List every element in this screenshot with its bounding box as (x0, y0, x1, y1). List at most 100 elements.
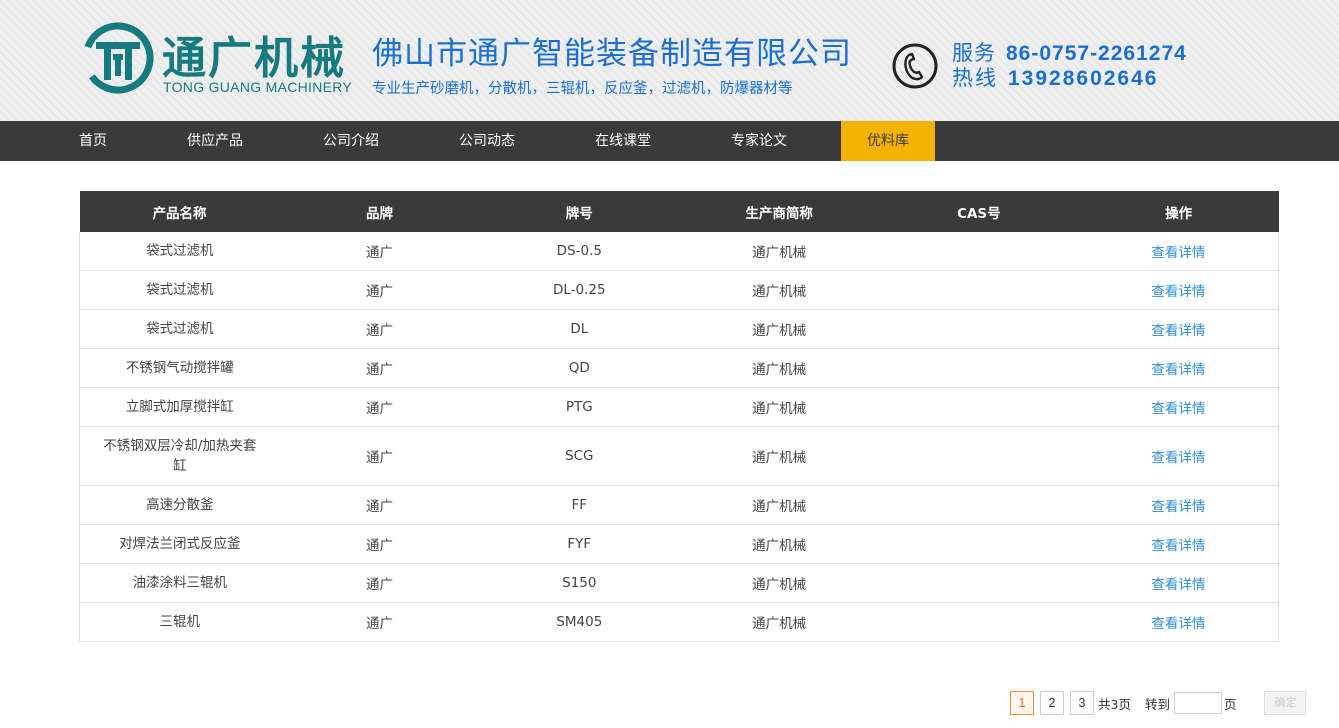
cell-action: 查看详情 (1078, 426, 1279, 486)
cell-maker: 通广机械 (679, 426, 879, 486)
cell-maker: 通广机械 (679, 387, 879, 427)
cell-action: 查看详情 (1078, 309, 1279, 349)
cell-cas (878, 309, 1079, 349)
table-row: 不锈钢双层冷却/加热夹套缸 通广 SCG 通广机械 查看详情 (78, 426, 1279, 486)
cell-maker: 通广机械 (679, 232, 879, 271)
col-header-action: 操作 (1078, 191, 1279, 232)
page-button-1[interactable]: 1 (1010, 691, 1034, 715)
nav-item-classroom[interactable]: 在线课堂 (595, 121, 651, 161)
cell-brand: 通广 (279, 485, 480, 525)
cell-maker: 通广机械 (679, 524, 879, 564)
product-table-wrap: 产品名称 品牌 牌号 生产商简称 CAS号 操作 袋式过滤机 通广 DS-0.5… (78, 191, 1279, 642)
cell-product-name: 不锈钢气动搅拌罐 (78, 348, 280, 388)
hotline-label-2: 热线 (952, 67, 998, 90)
view-details-link[interactable]: 查看详情 (1151, 245, 1205, 261)
cell-brand: 通广 (279, 426, 480, 486)
view-details-link[interactable]: 查看详情 (1151, 362, 1205, 378)
brand-name-cn: 通广机械 (162, 33, 346, 84)
cell-brand: 通广 (279, 348, 480, 388)
pagination: 1 2 3 共3页 转到 页 确定 (1010, 691, 1307, 715)
cell-product-name: 立脚式加厚搅拌缸 (78, 387, 280, 427)
cell-product-name: 袋式过滤机 (78, 270, 280, 310)
page-button-2[interactable]: 2 (1040, 691, 1064, 715)
cell-action: 查看详情 (1078, 270, 1279, 310)
nav-item-news[interactable]: 公司动态 (459, 121, 515, 161)
cell-action: 查看详情 (1078, 387, 1279, 427)
phone-icon (892, 43, 938, 89)
table-header-row: 产品名称 品牌 牌号 生产商简称 CAS号 操作 (79, 191, 1279, 232)
cell-grade: DL (479, 309, 680, 349)
cell-product-name: 对焊法兰闭式反应釜 (78, 524, 280, 564)
table-row: 袋式过滤机 通广 DL 通广机械 查看详情 (78, 309, 1279, 349)
view-details-link[interactable]: 查看详情 (1151, 538, 1205, 554)
view-details-link[interactable]: 查看详情 (1151, 577, 1205, 593)
cell-brand: 通广 (279, 563, 480, 603)
cell-cas (878, 270, 1079, 310)
cell-action: 查看详情 (1078, 524, 1279, 564)
col-header-name: 产品名称 (79, 191, 280, 232)
table-row: 立脚式加厚搅拌缸 通广 PTG 通广机械 查看详情 (78, 387, 1279, 427)
nav-item-products[interactable]: 供应产品 (187, 121, 243, 161)
hotline-line-2: 热线 13928602646 (952, 62, 1158, 92)
cell-grade: FF (479, 485, 680, 525)
cell-brand: 通广 (279, 270, 480, 310)
page-jump-input[interactable] (1173, 692, 1222, 714)
company-name: 佛山市通广智能装备制造有限公司 (372, 36, 852, 72)
cell-cas (878, 348, 1079, 388)
cell-brand: 通广 (279, 524, 480, 564)
cell-grade: QD (479, 348, 680, 388)
col-header-cas: CAS号 (878, 191, 1079, 232)
cell-action: 查看详情 (1078, 232, 1279, 271)
cell-action: 查看详情 (1078, 602, 1279, 642)
main-nav: 首页 供应产品 公司介绍 公司动态 在线课堂 专家论文 优料库 (0, 121, 1339, 161)
page-button-3[interactable]: 3 (1070, 691, 1094, 715)
cell-brand: 通广 (279, 387, 480, 427)
nav-item-home[interactable]: 首页 (79, 121, 107, 161)
view-details-link[interactable]: 查看详情 (1151, 401, 1205, 417)
table-row: 高速分散釜 通广 FF 通广机械 查看详情 (78, 485, 1279, 525)
page-jump-confirm-button[interactable]: 确定 (1264, 691, 1307, 715)
tg-logo-icon[interactable] (82, 22, 154, 94)
cell-cas (878, 426, 1079, 486)
cell-grade: SM405 (479, 602, 680, 642)
cell-action: 查看详情 (1078, 348, 1279, 388)
table-row: 不锈钢气动搅拌罐 通广 QD 通广机械 查看详情 (78, 348, 1279, 388)
cell-product-name: 袋式过滤机 (78, 232, 280, 271)
col-header-grade: 牌号 (479, 191, 680, 232)
cell-brand: 通广 (279, 309, 480, 349)
cell-cas (878, 485, 1079, 525)
cell-product-name: 油漆涂料三辊机 (78, 563, 280, 603)
col-header-maker: 生产商简称 (679, 191, 879, 232)
table-row: 对焊法兰闭式反应釜 通广 FYF 通广机械 查看详情 (78, 524, 1279, 564)
cell-grade: PTG (479, 387, 680, 427)
cell-maker: 通广机械 (679, 270, 879, 310)
cell-action: 查看详情 (1078, 485, 1279, 525)
cell-cas (878, 232, 1079, 271)
product-table: 产品名称 品牌 牌号 生产商简称 CAS号 操作 袋式过滤机 通广 DS-0.5… (78, 191, 1279, 642)
cell-cas (878, 563, 1079, 603)
view-details-link[interactable]: 查看详情 (1151, 284, 1205, 300)
nav-item-materials[interactable]: 优料库 (841, 121, 935, 161)
cell-cas (878, 524, 1079, 564)
cell-maker: 通广机械 (679, 309, 879, 349)
view-details-link[interactable]: 查看详情 (1151, 616, 1205, 632)
view-details-link[interactable]: 查看详情 (1151, 499, 1205, 515)
view-details-link[interactable]: 查看详情 (1151, 450, 1205, 466)
view-details-link[interactable]: 查看详情 (1151, 323, 1205, 339)
cell-action: 查看详情 (1078, 563, 1279, 603)
table-row: 袋式过滤机 通广 DS-0.5 通广机械 查看详情 (78, 232, 1279, 271)
cell-product-name: 三辊机 (78, 602, 280, 642)
table-row: 油漆涂料三辊机 通广 S150 通广机械 查看详情 (78, 563, 1279, 603)
nav-item-about[interactable]: 公司介绍 (323, 121, 379, 161)
cell-grade: DS-0.5 (479, 232, 680, 271)
goto-label: 转到 (1144, 696, 1170, 712)
col-header-brand: 品牌 (279, 191, 480, 232)
nav-item-papers[interactable]: 专家论文 (731, 121, 787, 161)
table-row: 袋式过滤机 通广 DL-0.25 通广机械 查看详情 (78, 270, 1279, 310)
cell-brand: 通广 (279, 602, 480, 642)
cell-grade: DL-0.25 (479, 270, 680, 310)
page-unit-label: 页 (1223, 696, 1237, 712)
cell-grade: S150 (479, 563, 680, 603)
cell-brand: 通广 (279, 232, 480, 271)
cell-product-name: 袋式过滤机 (78, 309, 280, 349)
